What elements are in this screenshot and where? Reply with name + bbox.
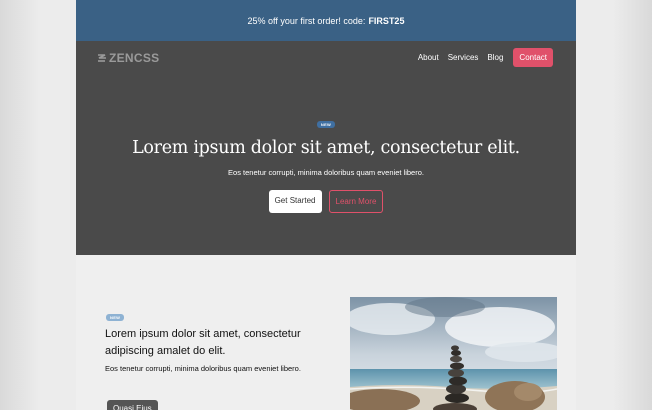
nav-link-about[interactable]: About <box>418 53 439 62</box>
hero-subtitle: Eos tenetur corrupti, minima doloribus q… <box>228 168 424 177</box>
logo-icon <box>98 53 106 62</box>
promo-banner: 25% off your first order! code: FIRST25 <box>76 0 576 41</box>
feature-title: Lorem ipsum dolor sit amet, consectetur … <box>105 328 301 357</box>
navbar: ZENCSS About Services Blog Contact <box>76 41 576 74</box>
contact-button[interactable]: Contact <box>513 48 553 67</box>
nav-link-blog[interactable]: Blog <box>487 53 503 62</box>
promo-text: 25% off your first order! code: <box>247 15 366 26</box>
feature-body: Eos tenetur corrupti, minima doloribus q… <box>105 364 301 373</box>
learn-more-button[interactable]: Learn More <box>328 190 384 213</box>
landing-page: 25% off your first order! code: FIRST25 … <box>76 0 576 410</box>
quasi-eius-button[interactable]: Quasi Eius <box>107 400 158 410</box>
hero-badge: NEW <box>316 121 336 128</box>
feature-badge: NEW <box>106 314 125 321</box>
promo-code: FIRST25 <box>368 15 405 26</box>
hero-title: Lorem ipsum dolor sit amet, consectetur … <box>132 138 520 158</box>
logo[interactable]: ZENCSS <box>97 51 159 65</box>
stacked-stones-beach-photo-icon <box>350 297 557 410</box>
feature-image <box>350 297 557 410</box>
nav-link-services[interactable]: Services <box>448 53 479 62</box>
hero-section: NEW Lorem ipsum dolor sit amet, consecte… <box>76 74 576 255</box>
feature-section: NEW Lorem ipsum dolor sit amet, consecte… <box>76 255 576 410</box>
hero-buttons: Get Started Learn More <box>76 190 576 213</box>
logo-text: ZENCSS <box>109 50 160 65</box>
nav-links: About Services Blog Contact <box>409 48 553 67</box>
get-started-button[interactable]: Get Started <box>268 190 322 213</box>
